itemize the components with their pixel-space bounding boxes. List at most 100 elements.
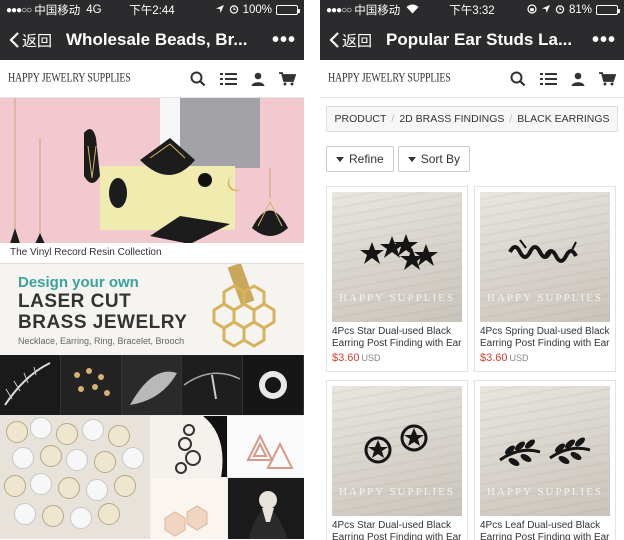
photo-stamped-tokens[interactable] xyxy=(0,415,150,539)
status-bar: ●●●○○ 中国移动 下午3:32 81% xyxy=(320,0,624,20)
laser-banner-line1: Design your own xyxy=(18,274,139,291)
search-icon[interactable] xyxy=(190,71,206,87)
network-type: 4G xyxy=(86,4,102,16)
cart-icon[interactable] xyxy=(599,71,616,86)
more-menu-button[interactable]: ••• xyxy=(272,29,296,52)
product-image[interactable]: HAPPY SUPPLIES xyxy=(480,192,610,322)
product-card[interactable]: HAPPY SUPPLIES 4Pcs Star Dual-used Black… xyxy=(326,380,468,540)
hero-caption: The Vinyl Record Resin Collection xyxy=(10,247,162,258)
breadcrumb-item-2d-brass-findings[interactable]: 2D BRASS FINDINGS xyxy=(399,113,504,125)
right-phone-screen: ●●●○○ 中国移动 下午3:32 81% 返回 Popular Ear Stu… xyxy=(320,0,624,540)
back-label: 返回 xyxy=(342,32,373,50)
site-logo[interactable]: HAPPY JEWELRY SUPPLIES xyxy=(328,71,451,85)
laser-banner-line4: Necklace, Earring, Ring, Bracelet, Brooc… xyxy=(18,336,185,346)
sort-by-button[interactable]: Sort By xyxy=(397,146,471,172)
product-watermark: HAPPY SUPPLIES xyxy=(487,292,603,304)
price-value: $3.60 xyxy=(480,352,508,364)
promo-grid-right xyxy=(150,415,304,539)
menu-list-icon[interactable] xyxy=(220,72,237,86)
hero-banner-vinyl-collection[interactable] xyxy=(0,98,304,243)
signal-strength: ●●●○○ xyxy=(326,4,352,16)
site-logo[interactable]: HAPPY JEWELRY SUPPLIES xyxy=(8,71,131,85)
breadcrumb-separator: / xyxy=(509,113,513,125)
page-title: Popular Ear Studs La... xyxy=(386,30,573,49)
category-content: PRODUCT / 2D BRASS FINDINGS / BLACK EARR… xyxy=(320,106,624,540)
back-label: 返回 xyxy=(22,32,53,50)
menu-list-icon[interactable] xyxy=(540,72,557,86)
photo-bubble-earring[interactable] xyxy=(150,415,227,477)
nav-bar: 返回 Popular Ear Studs La... ••• xyxy=(320,20,624,60)
product-card[interactable]: HAPPY SUPPLIES 4Pcs Spring Dual-used Bla… xyxy=(474,186,616,372)
back-button[interactable]: 返回 xyxy=(328,30,372,51)
photo-leaf-pendant[interactable] xyxy=(121,355,183,415)
product-title[interactable]: 4Pcs Leaf Dual-used Black Earring Post F… xyxy=(480,520,610,540)
product-image[interactable]: HAPPY SUPPLIES xyxy=(332,386,462,516)
product-title[interactable]: 4Pcs Spring Dual-used Black Earring Post… xyxy=(480,326,610,350)
more-menu-button[interactable]: ••• xyxy=(592,29,616,52)
product-price: $3.60 USD xyxy=(480,352,610,364)
site-header: HAPPY JEWELRY SUPPLIES xyxy=(320,60,624,98)
breadcrumb-separator: / xyxy=(391,113,395,125)
account-icon[interactable] xyxy=(571,72,585,86)
refine-label: Refine xyxy=(349,152,384,166)
screenshot-pair: ●●●○○ 中国移动 4G 下午2:44 100% 返回 Wholesale B… xyxy=(0,0,624,540)
sort-by-label: Sort By xyxy=(420,152,461,166)
battery-percent: 81% xyxy=(568,4,592,16)
page-title: Wholesale Beads, Br... xyxy=(66,30,248,49)
photo-dot-pendants[interactable] xyxy=(60,355,122,415)
alarm-icon xyxy=(229,4,239,17)
breadcrumb-item-black-earrings[interactable]: BLACK EARRINGS xyxy=(517,113,609,125)
photo-round-disc[interactable] xyxy=(243,355,304,415)
product-card[interactable]: HAPPY SUPPLIES 4Pcs Leaf Dual-used Black… xyxy=(474,380,616,540)
alarm-icon xyxy=(555,4,565,17)
location-icon xyxy=(215,4,225,17)
product-title[interactable]: 4Pcs Star Dual-used Black Earring Post F… xyxy=(332,520,462,540)
product-image[interactable]: HAPPY SUPPLIES xyxy=(332,192,462,322)
photo-triangle-earring[interactable] xyxy=(227,415,304,477)
site-header: HAPPY JEWELRY SUPPLIES xyxy=(0,60,304,98)
breadcrumb: PRODUCT / 2D BRASS FINDINGS / BLACK EARR… xyxy=(326,106,618,132)
chevron-left-icon xyxy=(9,32,19,48)
location-icon xyxy=(541,4,551,17)
honeycomb-pendant-illustration xyxy=(212,264,276,348)
back-button[interactable]: 返回 xyxy=(8,30,52,51)
findings-photo-strip xyxy=(0,355,304,415)
product-grid: HAPPY SUPPLIES 4Pcs Star Dual-used Black… xyxy=(326,186,618,540)
chevron-left-icon xyxy=(329,32,339,48)
product-image[interactable]: HAPPY SUPPLIES xyxy=(480,386,610,516)
battery-percent: 100% xyxy=(242,4,272,16)
product-watermark: HAPPY SUPPLIES xyxy=(339,292,455,304)
hero-caption-bar: The Vinyl Record Resin Collection xyxy=(0,243,304,263)
battery-icon xyxy=(276,5,300,15)
breadcrumb-item-product[interactable]: PRODUCT xyxy=(335,113,387,125)
refine-button[interactable]: Refine xyxy=(326,146,394,172)
price-currency: USD xyxy=(509,353,529,363)
product-watermark: HAPPY SUPPLIES xyxy=(487,486,603,498)
left-phone-screen: ●●●○○ 中国移动 4G 下午2:44 100% 返回 Wholesale B… xyxy=(0,0,304,540)
product-promo-grid xyxy=(0,415,304,539)
photo-feather-earring[interactable] xyxy=(0,355,61,415)
signal-strength: ●●●○○ xyxy=(6,4,32,16)
caret-down-icon xyxy=(336,156,344,162)
caret-down-icon xyxy=(407,156,416,162)
account-icon[interactable] xyxy=(251,72,265,86)
product-price: $3.60 USD xyxy=(332,352,462,364)
wifi-icon xyxy=(406,4,419,17)
nav-bar: 返回 Wholesale Beads, Br... ••• xyxy=(0,20,304,60)
photo-flower-stud[interactable] xyxy=(227,477,304,539)
laser-banner-line2: LASER CUT xyxy=(18,291,132,312)
price-value: $3.60 xyxy=(332,352,360,364)
laser-cut-banner[interactable]: Design your own LASER CUT BRASS JEWELRY … xyxy=(0,263,304,355)
lock-rotation-icon xyxy=(527,3,537,17)
earrings-illustration xyxy=(10,98,288,243)
carrier-name: 中国移动 xyxy=(34,5,81,17)
cart-icon[interactable] xyxy=(279,71,296,86)
product-title[interactable]: 4Pcs Star Dual-used Black Earring Post F… xyxy=(332,326,462,350)
photo-hexagon-stud[interactable] xyxy=(150,477,227,539)
search-icon[interactable] xyxy=(510,71,526,87)
product-card[interactable]: HAPPY SUPPLIES 4Pcs Star Dual-used Black… xyxy=(326,186,468,372)
battery-icon xyxy=(596,5,620,15)
product-watermark: HAPPY SUPPLIES xyxy=(339,486,455,498)
price-currency: USD xyxy=(361,353,381,363)
photo-chain-necklace[interactable] xyxy=(182,355,244,415)
